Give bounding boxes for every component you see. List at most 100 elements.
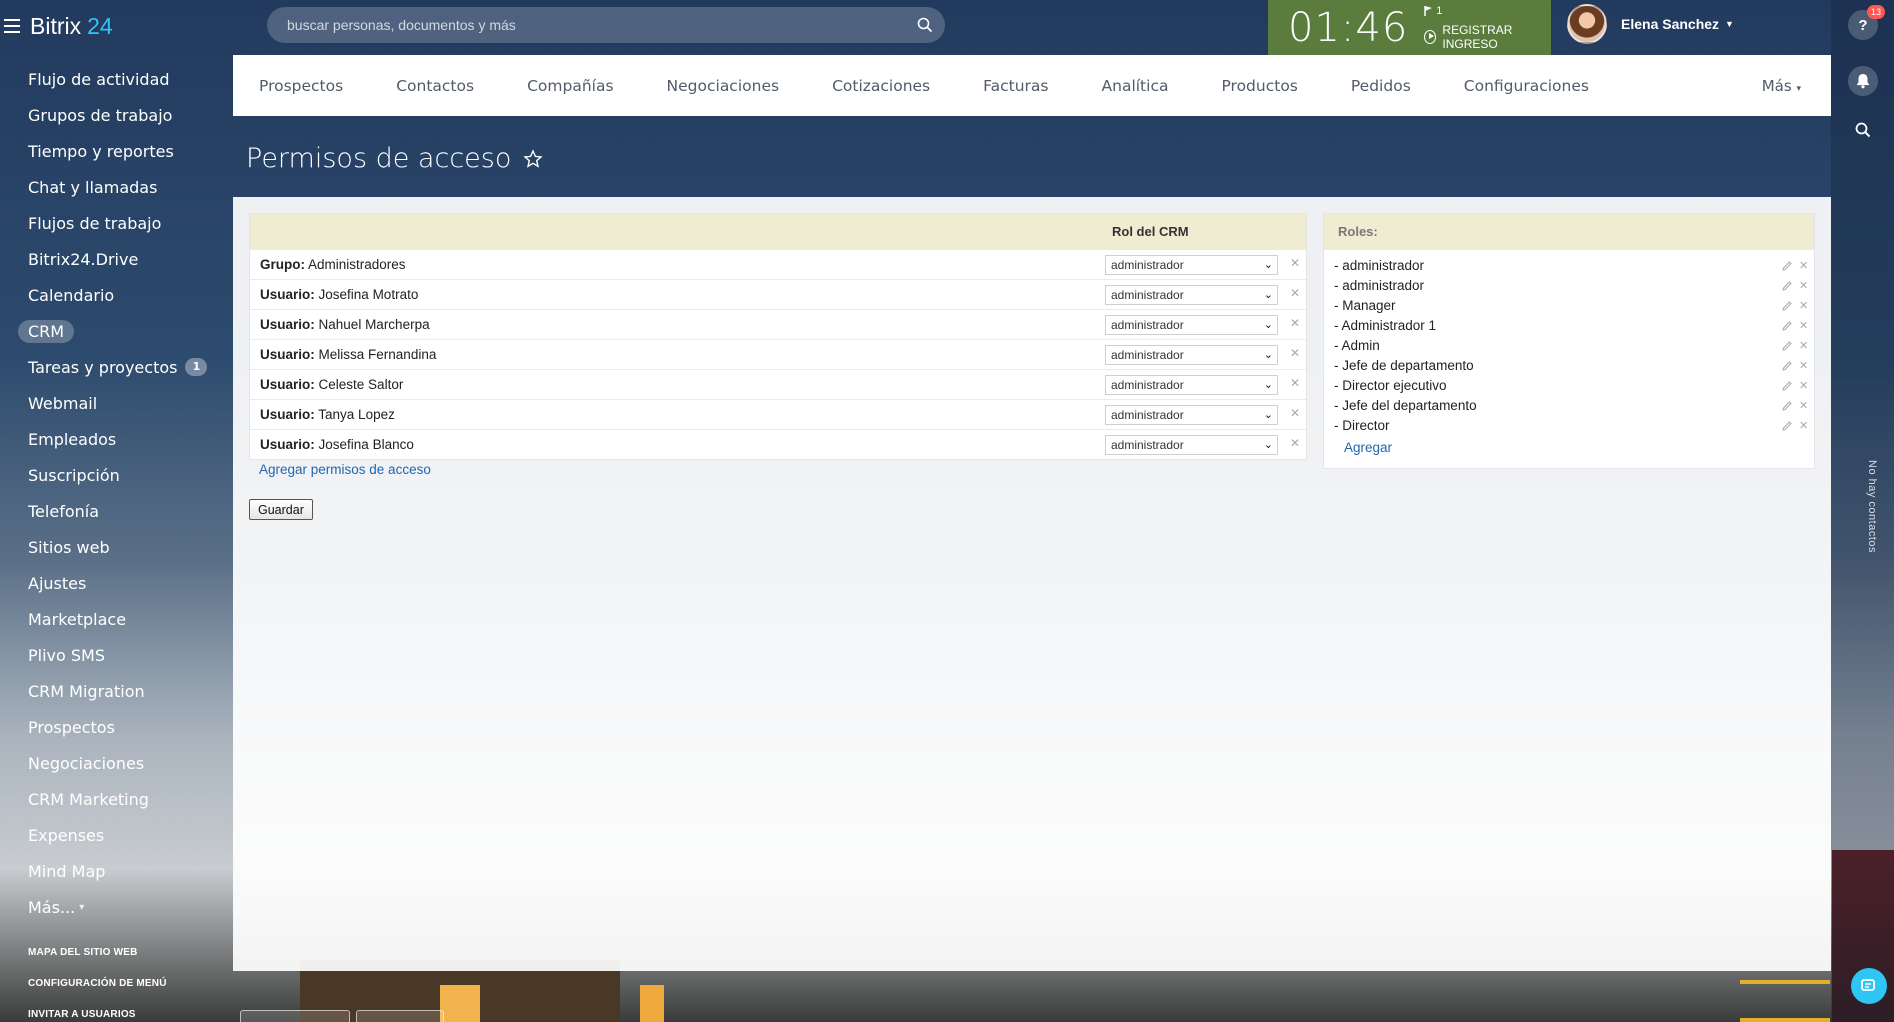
user-name[interactable]: Elena Sanchez — [1621, 16, 1719, 32]
remove-permission-icon[interactable]: ✕ — [1290, 256, 1300, 270]
sitemap-link[interactable]: MAPA DEL SITIO WEB — [28, 945, 167, 976]
star-icon[interactable] — [523, 148, 544, 169]
timeman-widget[interactable]: 01:46 1 REGISTRAR INGRESO — [1268, 0, 1551, 55]
remove-permission-icon[interactable]: ✕ — [1290, 286, 1300, 300]
crm-top-nav: Prospectos Contactos Compañías Negociacione… — [233, 55, 1831, 116]
sidebar-item[interactable]: Flujo de actividad — [0, 61, 233, 97]
pencil-icon[interactable] — [1782, 281, 1792, 291]
remove-permission-icon[interactable]: ✕ — [1290, 346, 1300, 360]
register-entry-button[interactable]: REGISTRAR INGRESO — [1424, 23, 1551, 51]
delete-role-icon[interactable]: ✕ — [1799, 319, 1808, 332]
sidebar-item[interactable]: Grupos de trabajo — [0, 97, 233, 133]
nav-tab[interactable]: Contactos — [396, 77, 474, 95]
pencil-icon[interactable] — [1782, 341, 1792, 351]
role-name[interactable]: - administrador — [1334, 278, 1424, 293]
nav-tab[interactable]: Analítica — [1102, 77, 1169, 95]
sidebar-item[interactable]: Webmail — [0, 385, 233, 421]
pencil-icon[interactable] — [1782, 381, 1792, 391]
nav-tab[interactable]: Compañías — [527, 77, 613, 95]
role-select[interactable]: administrador ⌄ — [1105, 405, 1278, 425]
nav-tab[interactable]: Productos — [1221, 77, 1297, 95]
sidebar-item[interactable]: Calendario — [0, 277, 233, 313]
sidebar-item[interactable]: Expenses — [0, 817, 233, 853]
role-select[interactable]: administrador ⌄ — [1105, 375, 1278, 395]
notifications-button[interactable] — [1848, 66, 1878, 96]
search-input[interactable]: buscar personas, documentos y más — [267, 7, 945, 43]
sidebar-more-button[interactable]: Más... ▾ — [0, 889, 233, 925]
delete-role-icon[interactable]: ✕ — [1799, 259, 1808, 272]
bottom-tab[interactable] — [240, 1010, 350, 1022]
sidebar-item[interactable]: Plivo SMS — [0, 637, 233, 673]
role-name[interactable]: - Jefe del departamento — [1334, 398, 1477, 413]
sidebar-item[interactable]: CRM Marketing — [0, 781, 233, 817]
role-select[interactable]: administrador ⌄ — [1105, 435, 1278, 455]
remove-permission-icon[interactable]: ✕ — [1290, 406, 1300, 420]
delete-role-icon[interactable]: ✕ — [1799, 279, 1808, 292]
pencil-icon[interactable] — [1782, 301, 1792, 311]
sidebar-item[interactable]: CRM — [0, 313, 233, 349]
pencil-icon[interactable] — [1782, 261, 1792, 271]
invite-users-link[interactable]: INVITAR A USUARIOS — [28, 1007, 167, 1022]
delete-role-icon[interactable]: ✕ — [1799, 379, 1808, 392]
role-name[interactable]: - Admin — [1334, 338, 1380, 353]
remove-permission-icon[interactable]: ✕ — [1290, 316, 1300, 330]
hamburger-menu-icon[interactable] — [4, 19, 22, 33]
add-access-permission-link[interactable]: Agregar permisos de acceso — [259, 462, 431, 477]
role-name[interactable]: - Director — [1334, 418, 1390, 433]
remove-permission-icon[interactable]: ✕ — [1290, 376, 1300, 390]
nav-tab[interactable]: Configuraciones — [1464, 77, 1589, 95]
sidebar-item[interactable]: Marketplace — [0, 601, 233, 637]
sidebar-item[interactable]: Suscripción — [0, 457, 233, 493]
avatar[interactable] — [1567, 4, 1607, 44]
nav-tab[interactable]: Facturas — [983, 77, 1048, 95]
nav-more-button[interactable]: Más ▾ — [1762, 77, 1801, 95]
nav-tab[interactable]: Prospectos — [259, 77, 343, 95]
bottom-tab[interactable] — [356, 1010, 444, 1022]
sidebar-item[interactable]: Ajustes — [0, 565, 233, 601]
add-role-link[interactable]: Agregar — [1324, 438, 1814, 458]
role-name[interactable]: - Manager — [1334, 298, 1396, 313]
sidebar-item[interactable]: Mind Map — [0, 853, 233, 889]
nav-tab[interactable]: Cotizaciones — [832, 77, 930, 95]
sidebar-item[interactable]: Tiempo y reportes — [0, 133, 233, 169]
sidebar-item[interactable]: Telefonía — [0, 493, 233, 529]
role-name[interactable]: - administrador — [1334, 258, 1424, 273]
role-select[interactable]: administrador ⌄ — [1105, 315, 1278, 335]
sidebar-item[interactable]: Sitios web — [0, 529, 233, 565]
delete-role-icon[interactable]: ✕ — [1799, 419, 1808, 432]
chevron-down-icon[interactable]: ▼ — [1725, 19, 1734, 29]
nav-tab[interactable]: Negociaciones — [667, 77, 780, 95]
bitrix24-logo[interactable]: Bitrix 24 — [30, 13, 113, 40]
pencil-icon[interactable] — [1782, 321, 1792, 331]
sidebar-item[interactable]: Flujos de trabajo — [0, 205, 233, 241]
role-select[interactable]: administrador ⌄ — [1105, 285, 1278, 305]
sidebar-item[interactable]: Negociaciones — [0, 745, 233, 781]
role-name[interactable]: - Administrador 1 — [1334, 318, 1436, 333]
pencil-icon[interactable] — [1782, 421, 1792, 431]
sidebar-item[interactable]: Empleados — [0, 421, 233, 457]
clock-time: 01:46 — [1288, 4, 1409, 51]
remove-permission-icon[interactable]: ✕ — [1290, 436, 1300, 450]
delete-role-icon[interactable]: ✕ — [1799, 299, 1808, 312]
role-select[interactable]: administrador ⌄ — [1105, 345, 1278, 365]
sidebar-item[interactable]: Tareas y proyectos 1 — [0, 349, 233, 385]
menu-config-link[interactable]: CONFIGURACIÓN DE MENÚ — [28, 976, 167, 1007]
nav-tab[interactable]: Pedidos — [1351, 77, 1411, 95]
delete-role-icon[interactable]: ✕ — [1799, 399, 1808, 412]
user-menu[interactable]: Elena Sanchez ▼ — [1567, 4, 1734, 44]
search-icon[interactable] — [905, 17, 945, 33]
role-select[interactable]: administrador ⌄ — [1105, 255, 1278, 275]
sidebar-item[interactable]: Prospectos — [0, 709, 233, 745]
open-chat-button[interactable] — [1851, 968, 1887, 1004]
pencil-icon[interactable] — [1782, 361, 1792, 371]
role-name[interactable]: - Director ejecutivo — [1334, 378, 1447, 393]
role-name[interactable]: - Jefe de departamento — [1334, 358, 1474, 373]
delete-role-icon[interactable]: ✕ — [1799, 339, 1808, 352]
rail-search-button[interactable] — [1848, 115, 1878, 145]
delete-role-icon[interactable]: ✕ — [1799, 359, 1808, 372]
sidebar-item[interactable]: CRM Migration — [0, 673, 233, 709]
sidebar-item[interactable]: Chat y llamadas — [0, 169, 233, 205]
save-button[interactable]: Guardar — [249, 499, 313, 520]
sidebar-item[interactable]: Bitrix24.Drive — [0, 241, 233, 277]
pencil-icon[interactable] — [1782, 401, 1792, 411]
